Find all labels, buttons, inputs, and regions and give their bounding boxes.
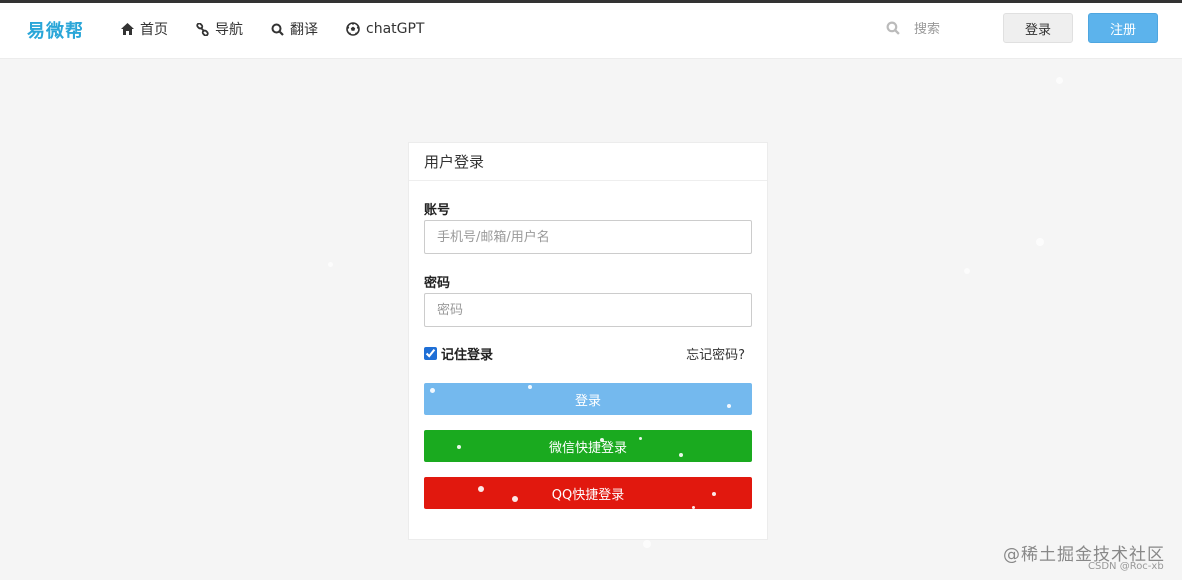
top-login-button[interactable]: 登录 bbox=[1003, 13, 1073, 43]
snow-particle bbox=[600, 438, 604, 442]
navbar: 易微帮 首页 导航 翻译 chatGPT 登录 注册 bbox=[0, 3, 1182, 59]
snow-particle bbox=[643, 540, 651, 548]
snow-particle bbox=[328, 262, 333, 267]
remember-label: 记住登录 bbox=[441, 348, 494, 363]
link-icon bbox=[196, 22, 209, 36]
snow-particle bbox=[639, 437, 642, 440]
wechat-login-button[interactable]: 微信快捷登录 bbox=[424, 430, 752, 462]
nav-item-label: chatGPT bbox=[366, 21, 425, 37]
brand-logo[interactable]: 易微帮 bbox=[27, 17, 84, 43]
login-card-title: 用户登录 bbox=[409, 143, 767, 181]
snow-particle bbox=[712, 492, 716, 496]
nav-item-label: 翻译 bbox=[290, 22, 318, 38]
nav-item-home[interactable]: 首页 bbox=[121, 18, 168, 40]
nav-item-chatgpt[interactable]: chatGPT bbox=[346, 18, 424, 40]
snow-particle bbox=[692, 506, 695, 509]
search-input[interactable] bbox=[914, 21, 980, 37]
remember-checkbox[interactable] bbox=[424, 347, 437, 360]
password-input[interactable] bbox=[424, 293, 752, 327]
snow-particle bbox=[1056, 77, 1063, 84]
account-input[interactable] bbox=[424, 220, 752, 254]
login-card: 用户登录 账号 密码 记住登录 忘记密码? 登录 微信快捷登录 QQ快捷登录 bbox=[408, 142, 768, 540]
snow-particle bbox=[528, 385, 532, 389]
snow-particle bbox=[430, 388, 435, 393]
snow-particle bbox=[727, 404, 731, 408]
search-icon bbox=[271, 23, 284, 36]
snow-particle bbox=[1036, 238, 1044, 246]
snow-particle bbox=[679, 453, 683, 457]
home-icon bbox=[121, 23, 134, 35]
nav-item-translate[interactable]: 翻译 bbox=[271, 18, 318, 40]
snow-particle bbox=[457, 445, 461, 449]
snow-particle bbox=[512, 496, 518, 502]
password-label: 密码 bbox=[424, 276, 451, 291]
nav-item-label: 首页 bbox=[140, 22, 168, 38]
watermark-sub: CSDN @Roc-xb bbox=[1088, 561, 1164, 572]
nav-item-label: 导航 bbox=[215, 22, 243, 38]
top-register-button[interactable]: 注册 bbox=[1088, 13, 1158, 43]
remember-login[interactable]: 记住登录 bbox=[424, 344, 493, 363]
snow-particle bbox=[964, 268, 970, 274]
snow-particle bbox=[478, 486, 484, 492]
account-label: 账号 bbox=[424, 203, 451, 218]
nav-item-navigation[interactable]: 导航 bbox=[196, 18, 243, 40]
search-icon[interactable] bbox=[886, 20, 900, 39]
search-box bbox=[886, 18, 980, 40]
soccer-ball-icon bbox=[346, 22, 360, 36]
qq-login-button[interactable]: QQ快捷登录 bbox=[424, 477, 752, 509]
forgot-password-link[interactable]: 忘记密码? bbox=[686, 344, 745, 363]
login-button[interactable]: 登录 bbox=[424, 383, 752, 415]
